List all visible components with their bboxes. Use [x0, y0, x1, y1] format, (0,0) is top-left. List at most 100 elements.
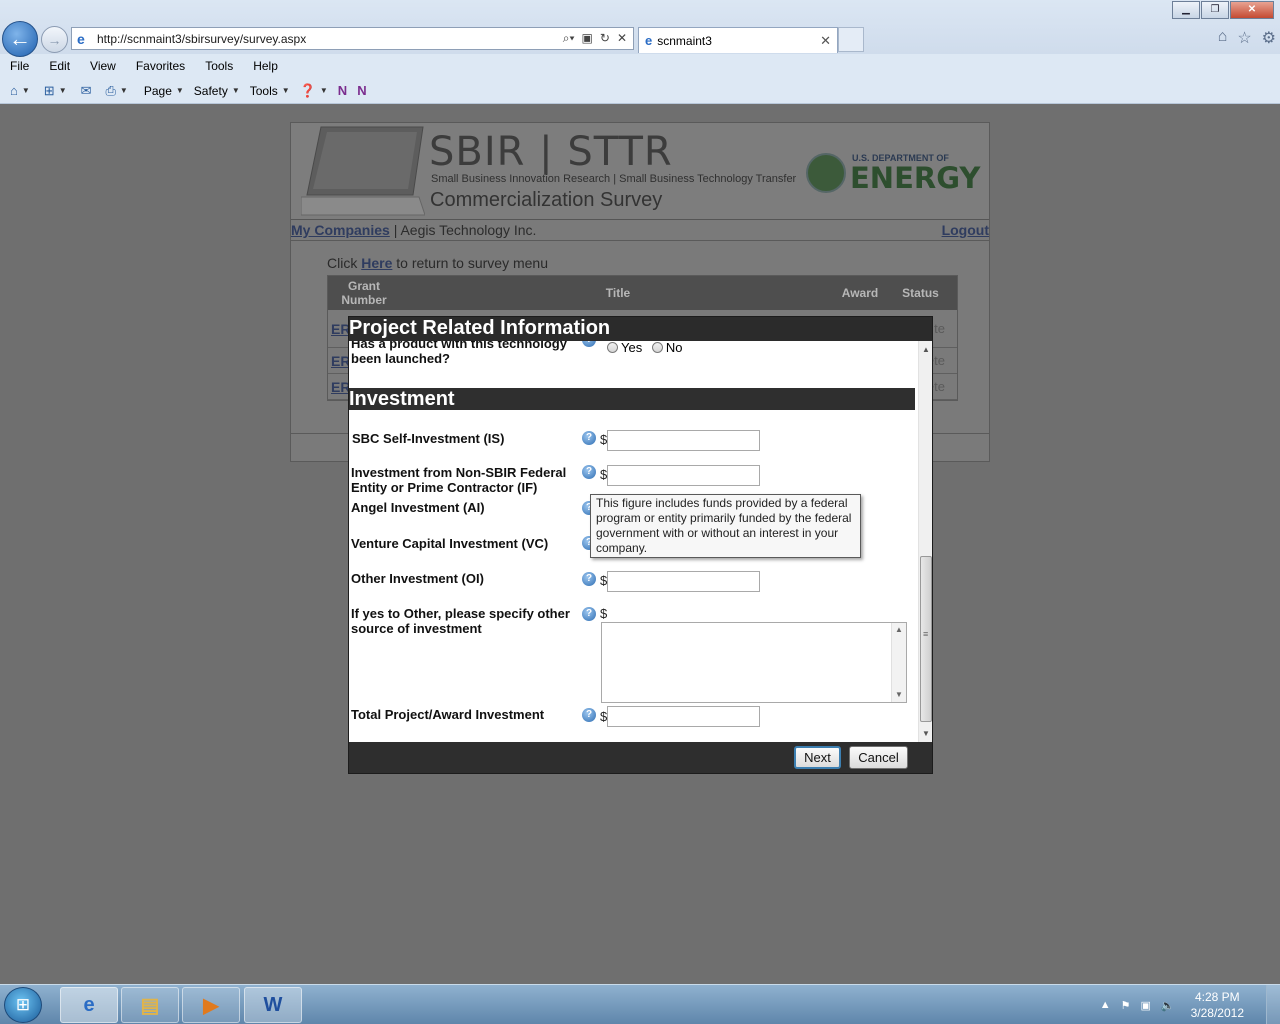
print-command[interactable]: ⎙ ▼: [106, 83, 128, 99]
forward-button[interactable]: →: [41, 26, 68, 53]
menu-tools[interactable]: Tools: [195, 59, 243, 73]
stop-icon[interactable]: ✕: [617, 31, 627, 46]
currency-symbol: $: [600, 606, 608, 621]
other-source-textarea[interactable]: ▲ ▼: [601, 622, 907, 703]
next-button[interactable]: Next: [794, 746, 841, 769]
home-command[interactable]: ⌂ ▼: [10, 83, 30, 98]
logout-link[interactable]: Logout: [942, 222, 989, 238]
federal-investment-input[interactable]: [607, 465, 760, 486]
taskbar-media-player-icon[interactable]: ▶: [182, 987, 240, 1023]
url-text[interactable]: http://scnmaint3/sbirsurvey/survey.aspx: [97, 32, 563, 46]
clock[interactable]: 4:28 PM 3/28/2012: [1191, 989, 1244, 1021]
no-radio[interactable]: [651, 342, 663, 353]
help-icon[interactable]: ?: [582, 465, 596, 479]
self-investment-label: SBC Self-Investment (IS): [352, 431, 505, 446]
taskbar-word-icon[interactable]: W: [244, 987, 302, 1023]
safety-label: Safety: [193, 83, 228, 98]
onenote-command[interactable]: N: [338, 83, 347, 98]
restore-button[interactable]: ❐: [1201, 1, 1229, 19]
settings-gear-icon[interactable]: ⚙: [1262, 28, 1276, 48]
address-tools: ⌕▾ ▣ ↻ ✕: [563, 31, 627, 46]
dialog-scrollbar[interactable]: ▲ ≡ ▼: [918, 341, 932, 742]
mail-command[interactable]: ✉: [81, 83, 92, 99]
venture-capital-label: Venture Capital Investment (VC): [351, 536, 549, 551]
show-desktop-button[interactable]: [1266, 985, 1280, 1024]
menu-help[interactable]: Help: [243, 59, 288, 73]
printer-icon: ⎙: [105, 82, 116, 98]
chevron-down-icon: ▼: [175, 86, 184, 95]
help-icon[interactable]: ?: [582, 341, 596, 347]
ie-page-icon: e: [77, 30, 85, 47]
page-area: SBIR | STTR Small Business Innovation Re…: [0, 104, 1280, 984]
taskbar-ie-icon[interactable]: e: [60, 987, 118, 1023]
menu-view[interactable]: View: [80, 59, 126, 73]
taskbar-explorer-icon[interactable]: ▤: [121, 987, 179, 1023]
grant-status: te: [934, 321, 945, 336]
scroll-up-icon[interactable]: ▲: [922, 345, 930, 354]
onenote-linked-icon: N: [357, 83, 367, 98]
help-icon[interactable]: ?: [582, 607, 596, 621]
chevron-down-icon: ▼: [231, 86, 240, 95]
taskbar: ⊞ e ▤ ▶ W ▲ ⚑ ▣ 🔈 4:28 PM 3/28/2012: [0, 984, 1280, 1024]
chevron-down-icon: ▼: [319, 86, 328, 95]
yes-radio[interactable]: [607, 342, 618, 353]
scroll-thumb[interactable]: ≡: [920, 556, 932, 722]
menu-file[interactable]: File: [0, 59, 39, 73]
my-companies-link[interactable]: My Companies: [291, 222, 390, 238]
address-bar[interactable]: e http://scnmaint3/sbirsurvey/survey.asp…: [71, 27, 634, 50]
page-command[interactable]: Page ▼: [144, 84, 184, 98]
search-icon[interactable]: ⌕▾: [563, 31, 575, 46]
scroll-down-icon[interactable]: ▼: [922, 729, 930, 738]
help-icon: ❓: [299, 82, 316, 98]
doe-seal-icon: [806, 153, 846, 193]
menu-favorites[interactable]: Favorites: [126, 59, 195, 73]
scroll-down-icon[interactable]: ▼: [895, 690, 903, 699]
show-hidden-icons-icon[interactable]: ▲: [1100, 999, 1111, 1011]
home-icon[interactable]: ⌂: [1218, 28, 1228, 48]
return-suffix: to return to survey menu: [392, 255, 549, 271]
close-tab-icon[interactable]: ✕: [820, 33, 831, 49]
help-command[interactable]: ❓ ▼: [300, 83, 328, 99]
tab-scnmaint3[interactable]: e scnmaint3 ✕: [638, 27, 838, 53]
site-banner: SBIR | STTR Small Business Innovation Re…: [291, 123, 989, 220]
volume-icon[interactable]: 🔈: [1161, 999, 1175, 1012]
doe-logo: U.S. DEPARTMENT OF ENERGY: [806, 151, 980, 197]
menu-bar: File Edit View Favorites Tools Help: [0, 54, 1280, 78]
return-here-link[interactable]: Here: [361, 255, 392, 271]
self-investment-input[interactable]: [607, 430, 760, 451]
favorites-star-icon[interactable]: ☆: [1237, 28, 1251, 48]
other-investment-input[interactable]: [607, 571, 760, 592]
help-icon[interactable]: ?: [582, 572, 596, 586]
help-icon[interactable]: ?: [582, 708, 596, 722]
dialog-title: Project Related Information: [349, 317, 932, 341]
feeds-command[interactable]: ⊞ ▼: [44, 83, 67, 99]
menu-edit[interactable]: Edit: [39, 59, 80, 73]
total-investment-input[interactable]: [607, 706, 760, 727]
start-button[interactable]: ⊞: [4, 987, 42, 1023]
tools-label: Tools: [249, 83, 278, 98]
close-window-button[interactable]: ✕: [1230, 1, 1274, 19]
scroll-up-icon[interactable]: ▲: [895, 625, 903, 634]
project-info-dialog: Project Related Information Has a produc…: [348, 316, 933, 774]
refresh-icon[interactable]: ↻: [600, 31, 610, 46]
compatibility-view-icon[interactable]: ▣: [582, 31, 593, 46]
back-button[interactable]: ←: [2, 21, 38, 57]
investment-section-header: Investment: [349, 388, 915, 410]
help-icon[interactable]: ?: [582, 431, 596, 445]
action-center-flag-icon[interactable]: ⚑: [1121, 999, 1131, 1012]
page-label: Page: [143, 83, 172, 98]
network-icon[interactable]: ▣: [1141, 999, 1151, 1012]
tools-command[interactable]: Tools ▼: [250, 84, 290, 98]
help-tooltip: This figure includes funds provided by a…: [590, 494, 861, 558]
new-tab-button[interactable]: [838, 27, 864, 52]
company-name: Aegis Technology Inc.: [400, 222, 537, 238]
textarea-scrollbar[interactable]: ▲ ▼: [891, 623, 906, 702]
minimize-button[interactable]: ▁: [1172, 1, 1200, 19]
brand-subtitle: Small Business Innovation Research | Sma…: [431, 173, 797, 185]
rss-icon: ⊞: [43, 82, 55, 98]
safety-command[interactable]: Safety ▼: [194, 84, 240, 98]
cancel-button[interactable]: Cancel: [849, 746, 908, 769]
onenote-linked-command[interactable]: N: [357, 83, 366, 98]
no-label: No: [665, 341, 683, 355]
chevron-down-icon: ▼: [21, 86, 30, 95]
